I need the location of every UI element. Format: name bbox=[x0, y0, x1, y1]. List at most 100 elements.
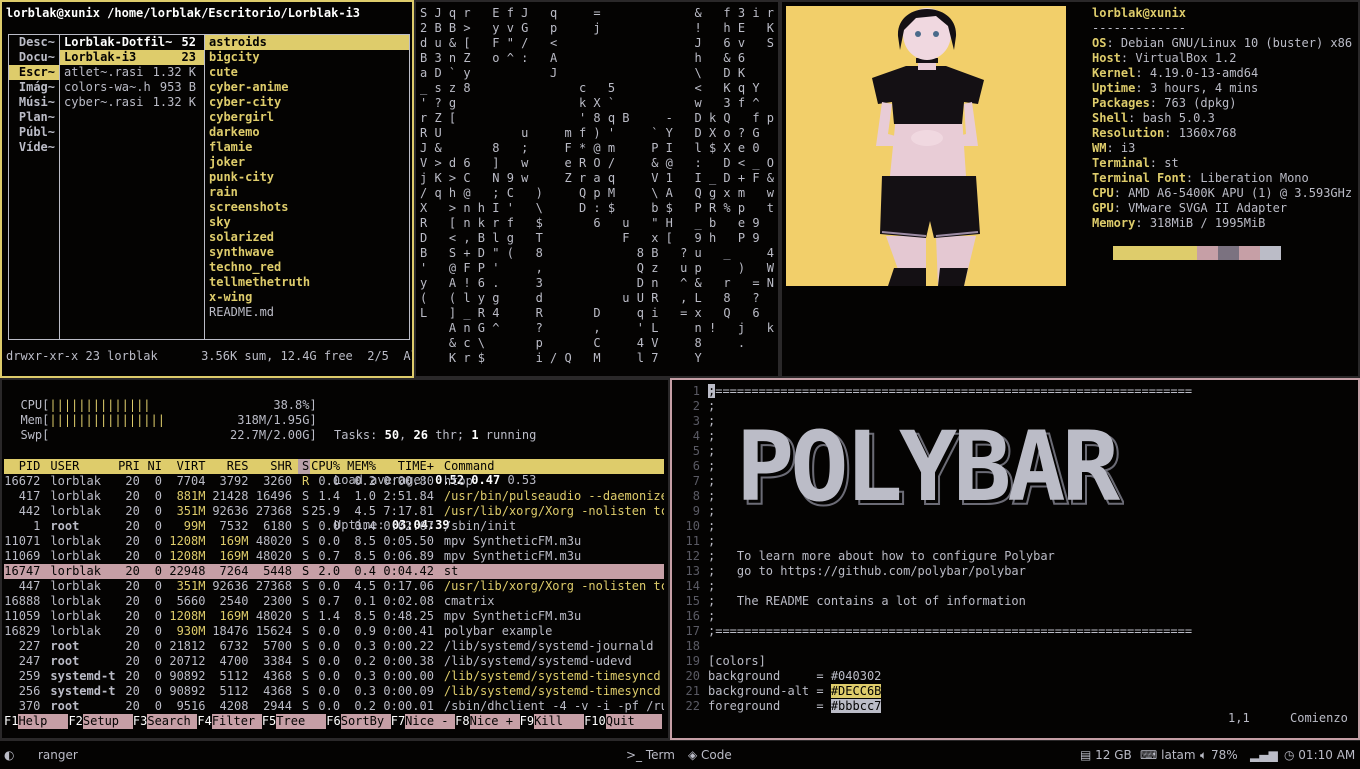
function-key-label[interactable]: Search bbox=[147, 714, 198, 729]
ranger-pane[interactable]: lorblak@xunix /home/lorblak/Escritorio/L… bbox=[0, 0, 414, 378]
ranger-preview-item[interactable]: solarized bbox=[205, 230, 409, 245]
ranger-preview-item[interactable]: flamie bbox=[205, 140, 409, 155]
process-row[interactable]: 11071 lorblak 20 0 1208M 169M 48020 S 0.0 8.5 0:05… bbox=[4, 534, 664, 549]
volume-module[interactable]: 🔈︎ 78% bbox=[1200, 748, 1238, 763]
process-row[interactable]: 16672 lorblak 20 0 7704 3792 3260 R 0.0 0.2 0:00.8… bbox=[4, 474, 664, 489]
cmatrix-pane[interactable]: S J q r E f J q = & f 3 i r 0 2 B B > y … bbox=[414, 0, 780, 378]
vim-pane[interactable]: 1 ;======================================… bbox=[670, 378, 1360, 740]
column-header[interactable]: CPU% bbox=[310, 459, 346, 474]
ranger-parent-column[interactable]: Desc~ Docu~ Escr~ Imág~ Músi~ Plan~ Públ~ Víde~ bbox=[8, 34, 59, 340]
ranger-preview-item[interactable]: punk-city bbox=[205, 170, 409, 185]
process-table[interactable]: PID USER PRI NI VIRT RES SHR S CPU% MEM% TIME+ Comm… bbox=[4, 459, 664, 714]
ranger-preview-item[interactable]: x-wing bbox=[205, 290, 409, 305]
ranger-preview-item[interactable]: screenshots bbox=[205, 200, 409, 215]
ranger-preview-item[interactable]: sky bbox=[205, 215, 409, 230]
column-header[interactable]: PID bbox=[4, 459, 46, 474]
column-header[interactable]: TIME+ bbox=[382, 459, 440, 474]
ranger-preview-item[interactable]: tellmethetruth bbox=[205, 275, 409, 290]
process-row[interactable]: 256 systemd-t 20 0 90892 5112 4368 S 0.0 0.3 0:00.… bbox=[4, 684, 664, 699]
process-row[interactable]: 417 lorblak 20 0 881M 21428 16496 S 1.4 1.0 2:51.8… bbox=[4, 489, 664, 504]
column-header[interactable]: USER bbox=[46, 459, 116, 474]
function-key[interactable]: F3 bbox=[133, 714, 147, 729]
term-launcher[interactable]: >_ Term bbox=[626, 748, 675, 763]
vim-line[interactable]: 19 [colors] bbox=[676, 654, 766, 669]
function-key-label[interactable]: Kill bbox=[534, 714, 585, 729]
vim-line[interactable]: 22 foreground = #bbbcc7 bbox=[676, 699, 882, 714]
vim-line[interactable]: 2; bbox=[676, 399, 715, 414]
vim-line[interactable]: 6; bbox=[676, 459, 715, 474]
vim-line[interactable]: 4; bbox=[676, 429, 715, 444]
process-row[interactable]: 11069 lorblak 20 0 1208M 169M 48020 S 0.7 8.5 0:06… bbox=[4, 549, 664, 564]
column-header[interactable]: PRI bbox=[116, 459, 146, 474]
column-header[interactable]: NI bbox=[146, 459, 168, 474]
ranger-preview-item[interactable]: cyber-anime bbox=[205, 80, 409, 95]
ranger-preview-item[interactable]: techno_red bbox=[205, 260, 409, 275]
vim-line[interactable]: 15; The README contains a lot of informa… bbox=[676, 594, 1026, 609]
column-header[interactable]: S bbox=[297, 459, 310, 474]
vim-line[interactable]: 8; bbox=[676, 489, 715, 504]
ranger-parent-item[interactable]: Músi~ bbox=[9, 95, 59, 110]
ranger-parent-item[interactable]: Imág~ bbox=[9, 80, 59, 95]
process-row[interactable]: 247 root 20 0 20712 4700 3384 S 0.0 0.2 0:00.38/li… bbox=[4, 654, 664, 669]
ranger-parent-item[interactable]: Víde~ bbox=[9, 140, 59, 155]
function-key[interactable]: F5 bbox=[262, 714, 276, 729]
ranger-parent-item[interactable]: Docu~ bbox=[9, 50, 59, 65]
ranger-preview-item[interactable]: cybergirl bbox=[205, 110, 409, 125]
ranger-preview-item[interactable]: darkemo bbox=[205, 125, 409, 140]
ranger-current-column[interactable]: Lorblak-Dotfil~ 52 Lorblak-i3 23 atlet~.rasi… bbox=[59, 34, 204, 340]
column-header[interactable]: Command bbox=[440, 459, 664, 474]
vim-line[interactable]: 9; bbox=[676, 504, 715, 519]
vim-line[interactable]: 7; bbox=[676, 474, 715, 489]
vim-line[interactable]: 5; bbox=[676, 444, 715, 459]
ranger-parent-item[interactable]: Escr~ bbox=[9, 65, 59, 80]
function-key[interactable]: F10 bbox=[584, 714, 606, 729]
ranger-preview-item[interactable]: rain bbox=[205, 185, 409, 200]
ranger-preview-item[interactable]: cute bbox=[205, 65, 409, 80]
htop-pane[interactable]: CPU[|||||||||||||| 38.8%] Mem[||||||||||… bbox=[0, 378, 670, 740]
ranger-parent-item[interactable]: Plan~ bbox=[9, 110, 59, 125]
function-key-label[interactable]: Setup bbox=[82, 714, 133, 729]
vim-line[interactable]: 11; bbox=[676, 534, 716, 549]
function-key[interactable]: F7 bbox=[391, 714, 405, 729]
code-launcher[interactable]: ◈ Code bbox=[688, 748, 732, 763]
vim-line[interactable]: 17 ;=====================================… bbox=[676, 624, 1193, 639]
keyboard-module[interactable]: ⌨ latam bbox=[1140, 748, 1196, 763]
ranger-preview-item[interactable]: joker bbox=[205, 155, 409, 170]
neofetch-pane[interactable]: lorblak@xunix ------------- OS: Debian GNU… bbox=[780, 0, 1360, 378]
column-header[interactable]: RES bbox=[211, 459, 254, 474]
process-row[interactable]: 1 root 20 0 99M 7532 6180 S 0.0 0.4 0:02.67/sbin/i… bbox=[4, 519, 664, 534]
column-header[interactable]: MEM% bbox=[346, 459, 382, 474]
vim-line[interactable]: 16; bbox=[676, 609, 716, 624]
function-key[interactable]: F9 bbox=[520, 714, 534, 729]
ranger-preview-column[interactable]: astroids bigcity cute cyber-anime cyber-city… bbox=[204, 34, 410, 340]
ranger-parent-item[interactable]: Desc~ bbox=[9, 35, 59, 50]
ranger-preview-item[interactable]: astroids bbox=[205, 35, 409, 50]
vim-line[interactable]: 20 background = #040302 bbox=[676, 669, 882, 684]
ranger-file-item[interactable]: Lorblak-Dotfil~ 52 bbox=[60, 35, 204, 50]
function-key-label[interactable]: Filter bbox=[211, 714, 262, 729]
function-key[interactable]: F4 bbox=[197, 714, 211, 729]
ranger-preview-item[interactable]: synthwave bbox=[205, 245, 409, 260]
process-row[interactable]: 259 systemd-t 20 0 90892 5112 4368 S 0.0 0.3 0:00.… bbox=[4, 669, 664, 684]
vim-line[interactable]: 18 bbox=[676, 639, 708, 654]
vim-line[interactable]: 13; go to https://github.com/polybar/pol… bbox=[676, 564, 1026, 579]
vim-line[interactable]: 1 ;======================================… bbox=[676, 384, 1192, 399]
process-row[interactable]: 16829 lorblak 20 0 930M 18476 15624 S 0.0 0.9 0:00… bbox=[4, 624, 664, 639]
ranger-file-item[interactable]: Lorblak-i3 23 bbox=[60, 50, 204, 65]
htop-function-keys[interactable]: F1 Help F2 Setup F3 Search F4 Filter F5 Tree F6 Sor… bbox=[4, 714, 662, 729]
ranger-file-item[interactable]: cyber~.rasi 1.32 K bbox=[60, 95, 204, 110]
column-header[interactable]: SHR bbox=[254, 459, 298, 474]
process-row[interactable]: 16747 lorblak 20 0 22948 7264 5448 S 2.0 0.4 0:04.… bbox=[4, 564, 664, 579]
debian-logo-icon[interactable]: ◐ bbox=[4, 748, 14, 763]
ranger-parent-item[interactable]: Públ~ bbox=[9, 125, 59, 140]
function-key-label[interactable]: Help bbox=[18, 714, 69, 729]
ranger-preview-item[interactable]: bigcity bbox=[205, 50, 409, 65]
process-table-header[interactable]: PID USER PRI NI VIRT RES SHR S CPU% MEM% TIME+ Comm… bbox=[4, 459, 664, 474]
function-key[interactable]: F6 bbox=[326, 714, 340, 729]
ranger-file-item[interactable]: colors-wa~.h 953 B bbox=[60, 80, 204, 95]
process-row[interactable]: 11059 lorblak 20 0 1208M 169M 48020 S 1.4 8.5 0:48… bbox=[4, 609, 664, 624]
process-row[interactable]: 16888 lorblak 20 0 5660 2540 2300 S 0.7 0.1 0:02.0… bbox=[4, 594, 664, 609]
function-key-label[interactable]: SortBy bbox=[340, 714, 391, 729]
ranger-preview-item[interactable]: cyber-city bbox=[205, 95, 409, 110]
function-key[interactable]: F1 bbox=[4, 714, 18, 729]
